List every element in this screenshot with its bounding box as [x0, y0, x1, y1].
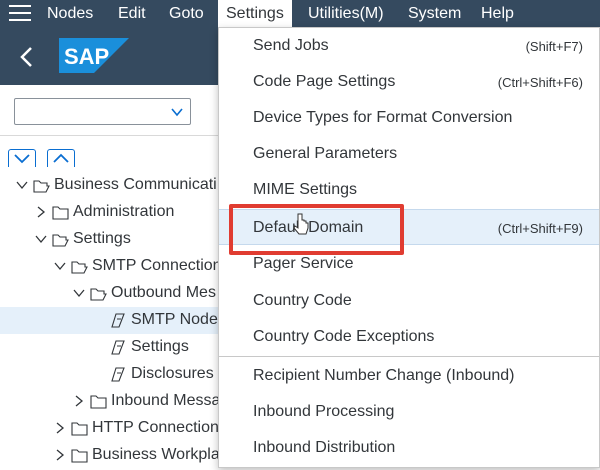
tree-node-label: Disclosures — [131, 365, 214, 382]
menu-item-label: Inbound Distribution — [253, 439, 396, 456]
menu-item-general-parameters[interactable]: General Parameters — [219, 136, 599, 172]
menu-item-shortcut: (Ctrl+Shift+F9) — [497, 221, 583, 236]
menu-edit[interactable]: Edit — [118, 0, 146, 27]
chevron-down-icon — [73, 289, 85, 298]
tree-node-label: Settings — [131, 338, 189, 355]
menu-goto[interactable]: Goto — [169, 0, 204, 27]
menu-item-label: Country Code Exceptions — [253, 328, 435, 345]
menu-item-label: Send Jobs — [253, 37, 329, 54]
tree-node-settings[interactable]: Settings — [0, 226, 230, 253]
menu-settings[interactable]: Settings — [218, 0, 292, 27]
menu-item-device-types[interactable]: Device Types for Format Conversion — [219, 100, 599, 136]
menu-item-label: Inbound Processing — [253, 403, 395, 420]
menu-item-label: Device Types for Format Conversion — [253, 109, 513, 126]
chevron-right-icon — [56, 449, 65, 461]
highlight-annotation — [229, 204, 404, 255]
back-button[interactable] — [14, 43, 40, 71]
tree-node-label: SMTP Connection — [92, 257, 222, 274]
tree-node-disclosures[interactable]: Disclosures — [0, 361, 230, 388]
sap-logo-text: SAP — [64, 44, 109, 69]
chevron-right-icon — [56, 422, 65, 434]
hamburger-menu-icon[interactable] — [9, 5, 31, 22]
document-edit-icon — [111, 367, 125, 382]
menu-item-label: General Parameters — [253, 145, 398, 162]
chevron-down-icon — [35, 235, 47, 244]
tree-node-label: Administration — [73, 203, 175, 220]
menu-separator — [219, 356, 599, 357]
menu-system[interactable]: System — [408, 0, 461, 27]
tree-node-outbound-messages[interactable]: Outbound Mes — [0, 280, 230, 307]
chevron-down-icon — [16, 181, 28, 190]
menu-item-inbound-distribution[interactable]: Inbound Distribution — [219, 430, 599, 466]
filter-select[interactable] — [14, 98, 191, 125]
chevron-right-icon — [37, 206, 46, 218]
folder-icon — [90, 395, 107, 409]
tree-node-business-communication[interactable]: Business Communicati — [0, 172, 230, 199]
back-arrow-icon — [20, 47, 32, 67]
menu-item-code-page-settings[interactable]: Code Page Settings (Ctrl+Shift+F6) — [219, 64, 599, 100]
menu-item-country-code[interactable]: Country Code — [219, 283, 599, 319]
menu-nodes[interactable]: Nodes — [47, 0, 93, 27]
tree-node-business-workplace[interactable]: Business Workpla — [0, 442, 230, 469]
tree-node-label: Inbound Messa — [111, 392, 221, 409]
menu-item-label: MIME Settings — [253, 181, 358, 198]
menu-item-label: Code Page Settings — [253, 73, 396, 90]
tree-node-inbound-messages[interactable]: Inbound Messa — [0, 388, 230, 415]
chevron-down-icon — [14, 154, 30, 164]
menu-bar: Nodes Edit Goto Settings Utilities(M) Sy… — [0, 0, 600, 27]
folder-open-icon — [71, 261, 88, 274]
folder-icon — [71, 422, 88, 436]
folder-open-icon — [33, 180, 50, 193]
tree-node-label: HTTP Connection — [92, 419, 219, 436]
menu-item-shortcut: (Shift+F7) — [525, 39, 583, 54]
chevron-up-icon — [53, 153, 69, 163]
folder-open-icon — [90, 288, 107, 301]
menu-utilities[interactable]: Utilities(M) — [308, 0, 384, 27]
menu-item-inbound-processing[interactable]: Inbound Processing — [219, 394, 599, 430]
menu-help[interactable]: Help — [481, 0, 514, 27]
menu-item-send-jobs[interactable]: Send Jobs (Shift+F7) — [219, 28, 599, 64]
tree-node-label: Business Communicati — [54, 176, 217, 193]
menu-item-recipient-number-change[interactable]: Recipient Number Change (Inbound) — [219, 358, 599, 394]
tree-node-label: SMTP Node — [131, 311, 218, 328]
document-edit-icon — [111, 313, 125, 328]
menu-item-label: Country Code — [253, 292, 352, 309]
chevron-down-icon — [171, 108, 183, 117]
tree-node-label: Outbound Mes — [111, 284, 216, 301]
sap-logo: SAP — [59, 38, 129, 73]
menu-item-shortcut: (Ctrl+Shift+F6) — [497, 75, 583, 90]
tree-node-administration[interactable]: Administration — [0, 199, 230, 226]
mouse-cursor-icon — [293, 213, 309, 235]
chevron-down-icon — [54, 262, 66, 271]
expand-all-button[interactable] — [8, 149, 36, 167]
tree-node-smtp-connection[interactable]: SMTP Connection — [0, 253, 230, 280]
tree-node-label: Settings — [73, 230, 131, 247]
folder-icon — [71, 449, 88, 463]
document-edit-icon — [111, 340, 125, 355]
menu-item-label: Recipient Number Change (Inbound) — [253, 367, 515, 384]
tree-node-http-connection[interactable]: HTTP Connection — [0, 415, 230, 442]
menu-item-label: Pager Service — [253, 255, 354, 272]
menu-item-country-code-exceptions[interactable]: Country Code Exceptions — [219, 319, 599, 355]
collapse-all-button[interactable] — [47, 149, 75, 167]
folder-icon — [52, 206, 69, 220]
tree-node-label: Business Workpla — [92, 446, 220, 463]
tree-node-smtp-node[interactable]: SMTP Node — [0, 307, 230, 334]
menu-item-mime-settings[interactable]: MIME Settings — [219, 172, 599, 208]
chevron-right-icon — [75, 395, 84, 407]
tree-node-smtp-settings[interactable]: Settings — [0, 334, 230, 361]
folder-open-icon — [52, 234, 69, 247]
